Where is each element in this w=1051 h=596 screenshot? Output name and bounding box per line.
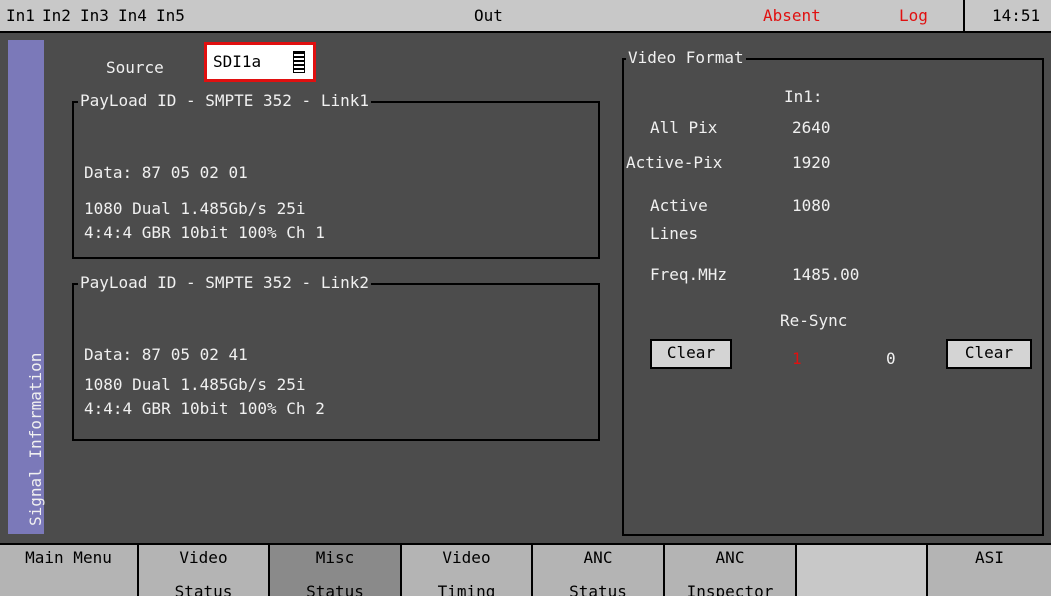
input-tab-in2[interactable]: In2	[42, 7, 71, 25]
source-label: Source	[106, 58, 164, 77]
menu-video-status-sub: Status	[174, 582, 233, 596]
payload-link1-line1: 1080 Dual 1.485Gb/s 25i	[84, 199, 306, 218]
input-tab-in5[interactable]: In5	[156, 7, 185, 25]
menu-misc-status-sub: Status	[306, 582, 364, 596]
payload-link2-line1: 1080 Dual 1.485Gb/s 25i	[84, 375, 306, 394]
payload-link2-panel: PayLoad ID - SMPTE 352 - Link2 Data: 87 …	[72, 274, 600, 441]
menu-main-menu[interactable]: Main Menu	[0, 545, 139, 596]
menu-anc-status-sub: Status	[569, 582, 627, 596]
resync-label: Re-Sync	[780, 311, 848, 330]
active-lines-value: 1080	[792, 196, 831, 215]
active-lines-label-2: Lines	[650, 224, 699, 243]
payload-link2-data: Data: 87 05 02 41	[84, 345, 248, 364]
source-select[interactable]: SDI1a	[204, 42, 316, 82]
menu-video-status[interactable]: Video Status	[139, 545, 270, 596]
video-format-panel: Video Format In1: All Pix 2640 Active-Pi…	[622, 49, 1044, 536]
input-tab-in1[interactable]: In1	[6, 7, 35, 25]
separator	[963, 0, 965, 31]
menu-asi-label: ASI	[975, 548, 1004, 567]
menu-video-status-label: Video	[179, 548, 228, 567]
sidebar-label: Signal Information	[26, 352, 45, 526]
log-indicator[interactable]: Log	[899, 7, 928, 25]
payload-link1-title: PayLoad ID - SMPTE 352 - Link1	[78, 91, 371, 110]
payload-link1-data: Data: 87 05 02 01	[84, 163, 248, 182]
menu-anc-inspector[interactable]: ANC Inspector	[665, 545, 797, 596]
signal-status: Absent	[763, 6, 821, 25]
menu-anc-status[interactable]: ANC Status	[533, 545, 665, 596]
all-pix-value: 2640	[792, 118, 831, 137]
menu-anc-inspector-sub: Inspector	[686, 582, 774, 596]
freq-label: Freq.MHz	[650, 265, 728, 284]
payload-link2-title: PayLoad ID - SMPTE 352 - Link2	[78, 273, 371, 292]
scroll-icon[interactable]	[293, 51, 305, 73]
menu-anc-status-label: ANC	[583, 548, 613, 567]
clear-left-button[interactable]: Clear	[650, 339, 732, 369]
input-header: In1:	[784, 87, 823, 106]
menu-asi[interactable]: ASI	[928, 545, 1051, 596]
menu-video-timing[interactable]: Video Timing	[402, 545, 533, 596]
payload-link1-panel: PayLoad ID - SMPTE 352 - Link1 Data: 87 …	[72, 92, 600, 259]
clear-right-button[interactable]: Clear	[946, 339, 1032, 369]
freq-value: 1485.00	[792, 265, 860, 284]
menu-misc-status-label: Misc	[315, 548, 355, 567]
active-pix-label: Active-Pix	[626, 153, 723, 172]
resync-right-count: 0	[886, 349, 896, 368]
menu-main-menu-label: Main Menu	[25, 548, 112, 567]
active-lines-label: Active	[650, 196, 708, 215]
active-pix-value: 1920	[792, 153, 831, 172]
menu-video-timing-sub: Timing	[437, 582, 496, 596]
output-label[interactable]: Out	[474, 7, 503, 25]
top-status-bar: In1 In2 In3 In4 In5 Out Absent Log 14:51	[0, 0, 1051, 33]
menu-video-timing-label: Video	[442, 548, 491, 567]
input-tab-in4[interactable]: In4	[118, 7, 147, 25]
menu-anc-inspector-label: ANC	[715, 548, 745, 567]
payload-link2-line2: 4:4:4 GBR 10bit 100% Ch 2	[84, 399, 325, 418]
source-value: SDI1a	[213, 52, 262, 71]
input-tab-in3[interactable]: In3	[80, 7, 109, 25]
menu-misc-status[interactable]: Misc Status	[270, 545, 402, 596]
clock-time: 14:51	[992, 6, 1041, 25]
video-format-title: Video Format	[626, 48, 746, 67]
bottom-menu: Main Menu Video Status Misc Status Video…	[0, 543, 1051, 596]
payload-link1-line2: 4:4:4 GBR 10bit 100% Ch 1	[84, 223, 325, 242]
menu-empty[interactable]	[797, 545, 928, 596]
all-pix-label: All Pix	[650, 118, 718, 137]
sidebar-tab[interactable]: Signal Information	[8, 40, 45, 534]
resync-left-count: 1	[792, 349, 802, 368]
